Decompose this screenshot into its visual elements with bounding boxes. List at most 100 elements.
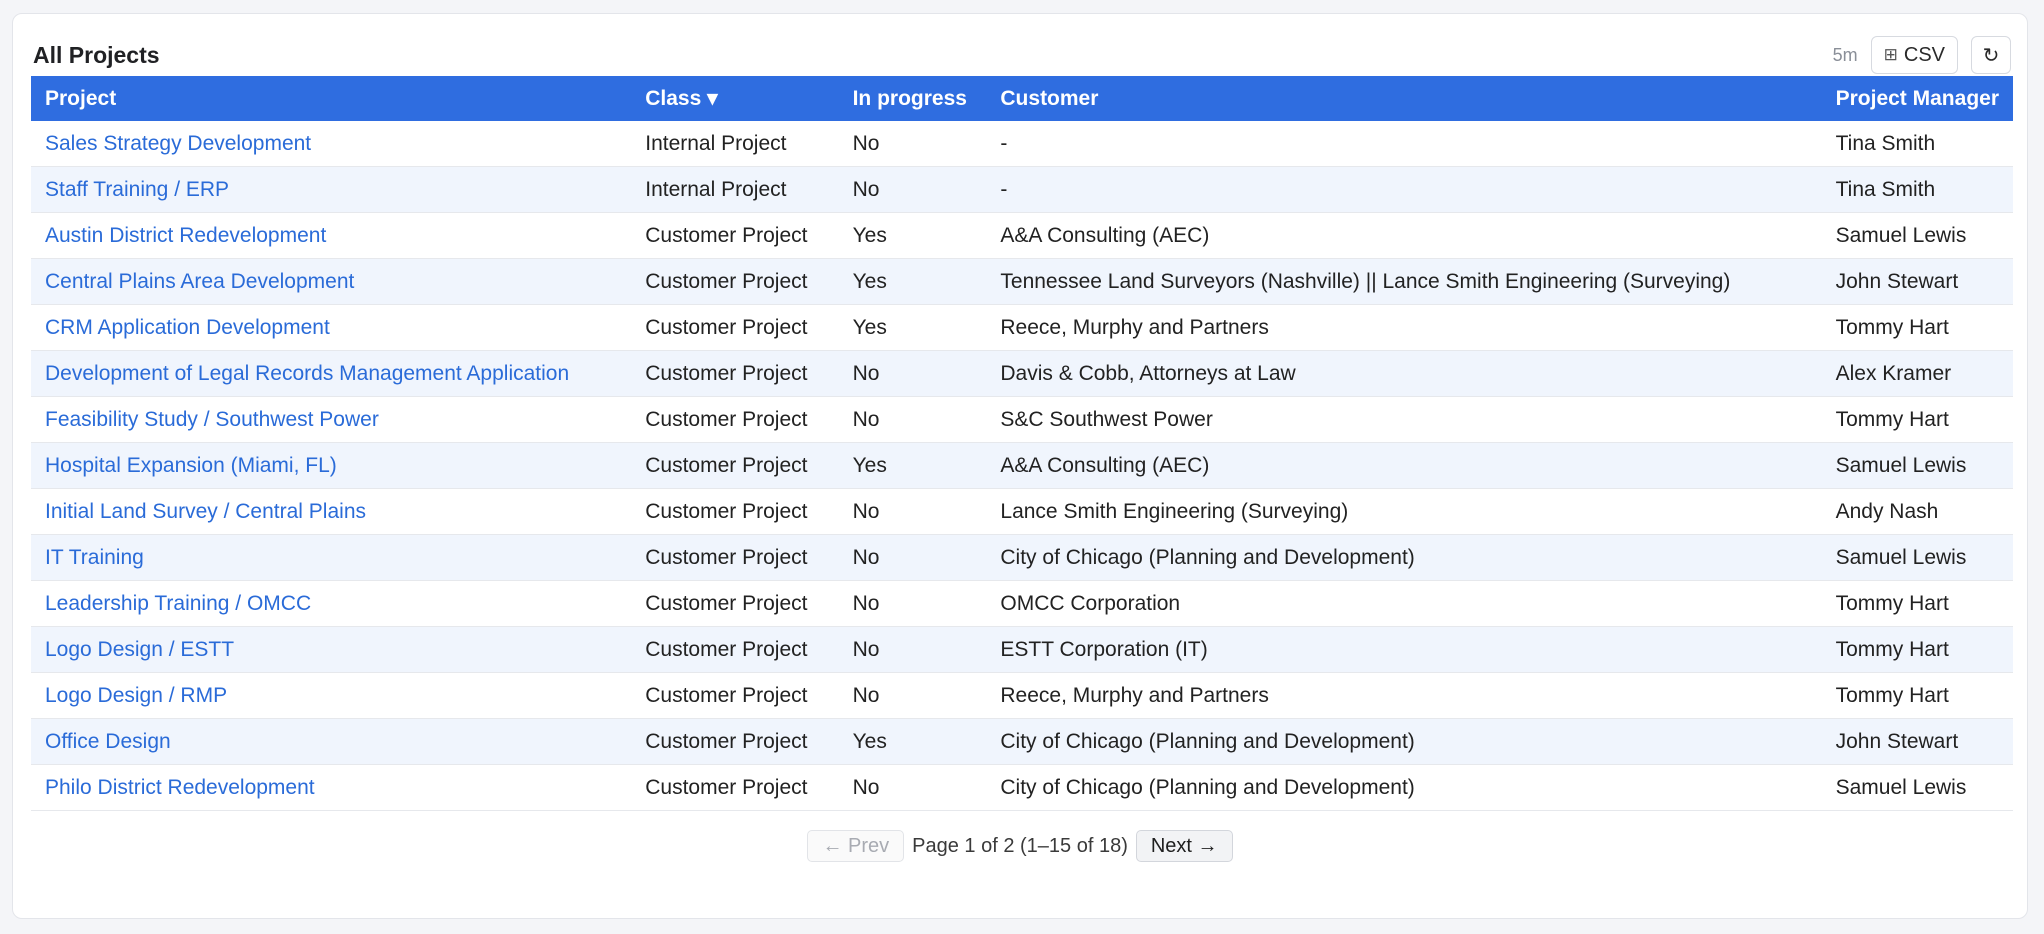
customer-cell: Tennessee Land Surveyors (Nashville) || … <box>1000 269 1731 293</box>
next-page-button[interactable]: Next → <box>1135 830 1233 862</box>
project-manager-cell: Samuel Lewis <box>1821 764 2013 811</box>
project-cell: Leadership Training / OMCC <box>31 580 632 627</box>
class-cell: Customer Project <box>631 580 839 627</box>
project-link[interactable]: Initial Land Survey / Central Plains <box>45 500 366 523</box>
project-manager-cell: Tommy Hart <box>1821 626 2013 673</box>
class-cell: Customer Project <box>631 258 839 305</box>
class-cell: Customer Project <box>631 212 839 259</box>
table-row: Philo District Redevelopment Customer Pro… <box>31 764 2013 811</box>
project-link[interactable]: Staff Training / ERP <box>45 178 229 201</box>
class-cell: Customer Project <box>645 729 808 753</box>
in-progress-cell: No <box>852 545 880 569</box>
project-manager-cell: Tina Smith <box>1821 121 2013 167</box>
project-manager-cell: Tina Smith <box>1835 131 1936 155</box>
project-manager-cell: Tommy Hart <box>1835 315 1949 339</box>
customer-cell: City of Chicago (Planning and Developmen… <box>1000 545 1415 569</box>
project-cell: Initial Land Survey / Central Plains <box>31 488 632 535</box>
table-row: Development of Legal Records Management … <box>31 350 2013 397</box>
customer-cell: A&A Consulting (AEC) <box>986 212 1822 259</box>
customer-cell: A&A Consulting (AEC) <box>1000 223 1210 247</box>
project-link[interactable]: Development of Legal Records Management … <box>45 362 569 385</box>
project-link[interactable]: Feasibility Study / Southwest Power <box>45 408 379 431</box>
project-link[interactable]: Central Plains Area Development <box>45 270 354 293</box>
project-manager-cell: Tommy Hart <box>1835 637 1949 661</box>
project-link[interactable]: Office Design <box>45 730 171 753</box>
column-header-project[interactable]: Project <box>31 76 632 121</box>
project-link[interactable]: IT Training <box>45 546 144 569</box>
customer-cell: Davis & Cobb, Attorneys at Law <box>986 350 1822 397</box>
class-cell: Customer Project <box>645 407 808 431</box>
column-header-in-progress[interactable]: In progress <box>838 76 987 121</box>
project-cell: Philo District Redevelopment <box>31 764 632 811</box>
customer-cell: Lance Smith Engineering (Surveying) <box>1000 499 1349 523</box>
in-progress-cell: Yes <box>852 315 887 339</box>
project-link[interactable]: Philo District Redevelopment <box>45 776 315 799</box>
in-progress-cell: No <box>838 350 987 397</box>
class-cell: Customer Project <box>645 545 808 569</box>
in-progress-cell: Yes <box>852 223 887 247</box>
project-cell: Austin District Redevelopment <box>31 212 632 259</box>
class-cell: Internal Project <box>631 166 839 213</box>
in-progress-cell: No <box>838 166 987 213</box>
project-link[interactable]: Logo Design / RMP <box>45 684 227 707</box>
refresh-button[interactable]: ↻ <box>1971 36 2011 74</box>
in-progress-cell: No <box>852 775 880 799</box>
in-progress-cell: Yes <box>852 729 887 753</box>
project-cell: Staff Training / ERP <box>31 166 632 213</box>
project-cell: Development of Legal Records Management … <box>31 350 632 397</box>
project-manager-cell: Tommy Hart <box>1821 672 2013 719</box>
project-link[interactable]: Leadership Training / OMCC <box>45 592 311 615</box>
in-progress-cell: No <box>838 396 987 443</box>
customer-cell: Reece, Murphy and Partners <box>986 304 1822 351</box>
panel-header: All Projects 5m ⊞ CSV ↻ <box>33 32 2011 78</box>
project-manager-cell: Tommy Hart <box>1821 580 2013 627</box>
table-row: Office Design Customer Project Yes City of … <box>31 718 2013 765</box>
customer-cell: S&C Southwest Power <box>986 396 1822 443</box>
project-manager-cell: Tommy Hart <box>1835 683 1949 707</box>
customer-cell: - <box>1000 177 1008 201</box>
project-link[interactable]: Logo Design / ESTT <box>45 638 234 661</box>
table-row: Sales Strategy Development Internal Proje… <box>31 121 2013 167</box>
column-header-project-manager[interactable]: Project Manager <box>1821 76 2013 121</box>
project-link[interactable]: Hospital Expansion (Miami, FL) <box>45 454 337 477</box>
in-progress-cell: No <box>838 488 987 535</box>
project-cell: CRM Application Development <box>31 304 632 351</box>
table-row: Logo Design / ESTT Customer Project No ESTT… <box>31 626 2013 673</box>
customer-cell: - <box>986 166 1822 213</box>
class-cell: Customer Project <box>645 269 808 293</box>
project-link[interactable]: Austin District Redevelopment <box>45 224 326 247</box>
csv-export-button[interactable]: ⊞ CSV <box>1870 36 1958 74</box>
project-manager-cell: Tommy Hart <box>1821 304 2013 351</box>
project-manager-cell: Samuel Lewis <box>1821 534 2013 581</box>
customer-cell: - <box>1000 131 1008 155</box>
project-link[interactable]: CRM Application Development <box>45 316 330 339</box>
class-cell: Internal Project <box>645 131 787 155</box>
class-cell: Internal Project <box>631 121 839 167</box>
project-manager-cell: Tina Smith <box>1835 177 1936 201</box>
in-progress-cell: No <box>852 131 880 155</box>
in-progress-cell: No <box>852 361 880 385</box>
project-cell: Hospital Expansion (Miami, FL) <box>31 442 632 489</box>
in-progress-cell: No <box>852 637 880 661</box>
project-cell: Sales Strategy Development <box>31 121 632 167</box>
project-cell: Feasibility Study / Southwest Power <box>31 396 632 443</box>
in-progress-cell: No <box>838 121 987 167</box>
prev-page-button[interactable]: ← Prev <box>807 830 905 862</box>
column-header-class[interactable]: Class ▾ <box>631 76 839 121</box>
column-header-customer[interactable]: Customer <box>986 76 1822 121</box>
table-row: Austin District Redevelopment Customer Pr… <box>31 212 2013 259</box>
customer-cell: City of Chicago (Planning and Developmen… <box>1000 729 1415 753</box>
customer-cell: S&C Southwest Power <box>1000 407 1213 431</box>
pagination: ← Prev Page 1 of 2 (1–15 of 18) Next → <box>13 830 2027 862</box>
table-row: Central Plains Area Development Customer … <box>31 258 2013 305</box>
in-progress-cell: Yes <box>852 269 887 293</box>
project-manager-cell: John Stewart <box>1835 269 1959 293</box>
table-row: Staff Training / ERP Internal Project No - T… <box>31 166 2013 213</box>
customer-cell: Reece, Murphy and Partners <box>986 672 1822 719</box>
in-progress-cell: Yes <box>838 212 987 259</box>
class-cell: Customer Project <box>631 534 839 581</box>
project-link[interactable]: Sales Strategy Development <box>45 132 311 155</box>
project-manager-cell: Alex Kramer <box>1835 361 1952 385</box>
class-cell: Customer Project <box>631 304 839 351</box>
grid-icon: ⊞ <box>1883 45 1898 64</box>
